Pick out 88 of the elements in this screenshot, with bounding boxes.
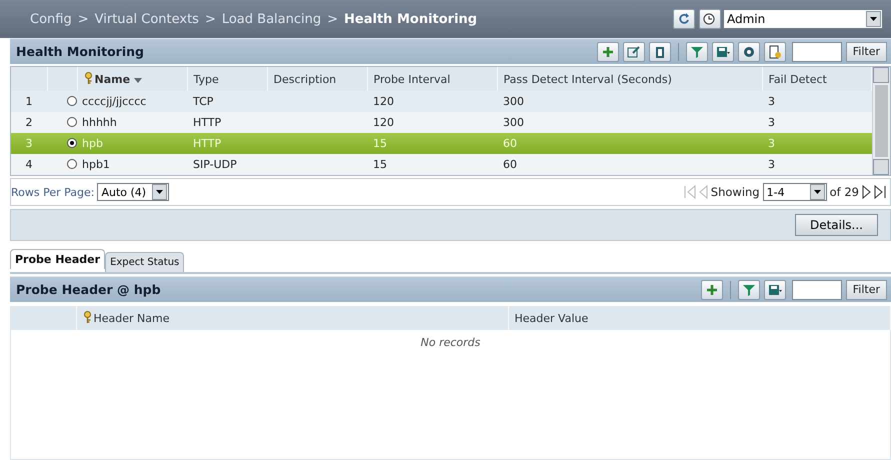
gear-icon: [742, 44, 756, 58]
filter-field[interactable]: [792, 42, 842, 62]
column-header[interactable]: Header Name: [76, 306, 508, 330]
details-button[interactable]: Details...: [794, 214, 878, 236]
context-select[interactable]: Admin: [723, 9, 883, 29]
column-header[interactable]: Description: [267, 67, 367, 91]
column-header[interactable]: Fail Detect: [762, 67, 872, 91]
table-cell: HTTP: [187, 133, 267, 154]
table-cell: 15: [367, 154, 497, 175]
caret-icon: [814, 190, 821, 194]
add-button[interactable]: [700, 280, 723, 300]
pencil-icon: [626, 44, 641, 58]
caret-icon: [156, 190, 164, 194]
table-cell: 120: [367, 112, 497, 133]
column-header[interactable]: Probe Interval: [367, 67, 497, 91]
table-row[interactable]: 2 hhhhh HTTP 120 300 3: [11, 112, 872, 133]
history-button[interactable]: [699, 9, 721, 29]
row-number: 1: [11, 91, 47, 112]
rows-per-page-label: Rows Per Page:: [11, 186, 94, 198]
table-cell: hpb: [47, 133, 187, 154]
empty-message: No records: [420, 336, 480, 349]
delete-button[interactable]: [648, 42, 671, 62]
column-header[interactable]: Name: [77, 67, 187, 91]
table-cell: hpb1: [47, 154, 187, 175]
table-cell: TCP: [187, 91, 267, 112]
sort-descending-icon: [134, 78, 142, 83]
row-number: 3: [11, 133, 47, 154]
key-icon: [84, 72, 92, 85]
report-button[interactable]: [764, 42, 786, 62]
column-header[interactable]: Pass Detect Interval (Seconds): [497, 67, 762, 91]
filter-field[interactable]: [792, 280, 842, 300]
funnel-icon: [690, 44, 704, 58]
table-cell: 60: [497, 154, 762, 175]
panel-title: Probe Header @ hpb: [16, 282, 162, 297]
caret-icon: [870, 17, 877, 21]
column-header[interactable]: Type: [187, 67, 267, 91]
table-cell: ccccjj/jjcccc: [47, 91, 187, 112]
table-cell: 120: [367, 91, 497, 112]
table-cell: hhhhh: [47, 112, 187, 133]
breadcrumb-item: Health Monitoring: [344, 12, 478, 26]
plus-icon: [600, 44, 615, 58]
page-total: of 29: [830, 185, 859, 199]
document-icon: [768, 44, 782, 58]
row-number: 2: [11, 112, 47, 133]
settings-button[interactable]: [738, 42, 760, 62]
export-button[interactable]: [764, 280, 786, 300]
table-cell: 15: [367, 133, 497, 154]
funnel-icon: [742, 282, 756, 296]
filter-toggle-button[interactable]: [738, 280, 760, 300]
filter-button[interactable]: Filter: [846, 42, 887, 62]
panel-title: Health Monitoring: [16, 44, 145, 59]
breadcrumb-item[interactable]: Config: [30, 12, 72, 26]
table-cell: 3: [762, 112, 872, 133]
table-cell: 3: [762, 133, 872, 154]
page-range-select[interactable]: 1-4: [762, 183, 827, 201]
filter-button[interactable]: Filter: [846, 280, 887, 300]
key-icon: [82, 311, 92, 324]
column-header[interactable]: Header Value: [508, 306, 890, 330]
table-cell: HTTP: [187, 112, 267, 133]
table-cell: SIP-UDP: [187, 154, 267, 175]
filter-toggle-button[interactable]: [686, 42, 708, 62]
breadcrumb-separator: >: [78, 12, 89, 26]
export-button[interactable]: [712, 42, 734, 62]
table-row[interactable]: 1 ccccjj/jjcccc TCP 120 300 3: [11, 91, 872, 112]
add-button[interactable]: [596, 42, 619, 62]
tab[interactable]: Expect Status: [105, 252, 184, 272]
refresh-button[interactable]: [673, 9, 695, 29]
table-cell: 60: [497, 133, 762, 154]
rows-per-page-select[interactable]: Auto (4): [97, 183, 170, 201]
last-page-icon[interactable]: [874, 185, 886, 199]
table-row[interactable]: 4 hpb1 SIP-UDP 15 60 3: [11, 154, 872, 175]
table-cell: 300: [497, 112, 762, 133]
breadcrumb-item[interactable]: Load Balancing: [222, 12, 322, 26]
clock-icon: [703, 12, 717, 26]
edit-button[interactable]: [622, 42, 645, 62]
showing-label: Showing: [710, 185, 760, 199]
refresh-icon: [677, 12, 691, 26]
breadcrumb-separator: >: [327, 12, 338, 26]
breadcrumb-separator: >: [204, 12, 216, 26]
row-number: 4: [11, 154, 47, 175]
tab[interactable]: Probe Header: [10, 249, 106, 269]
scrollbar[interactable]: [872, 67, 890, 175]
table-cell: 300: [497, 91, 762, 112]
table-cell: 3: [762, 91, 872, 112]
plus-icon: [704, 282, 719, 296]
next-page-icon[interactable]: [862, 185, 871, 199]
breadcrumb-item[interactable]: Virtual Contexts: [94, 12, 199, 26]
table-cell: 3: [762, 154, 872, 175]
